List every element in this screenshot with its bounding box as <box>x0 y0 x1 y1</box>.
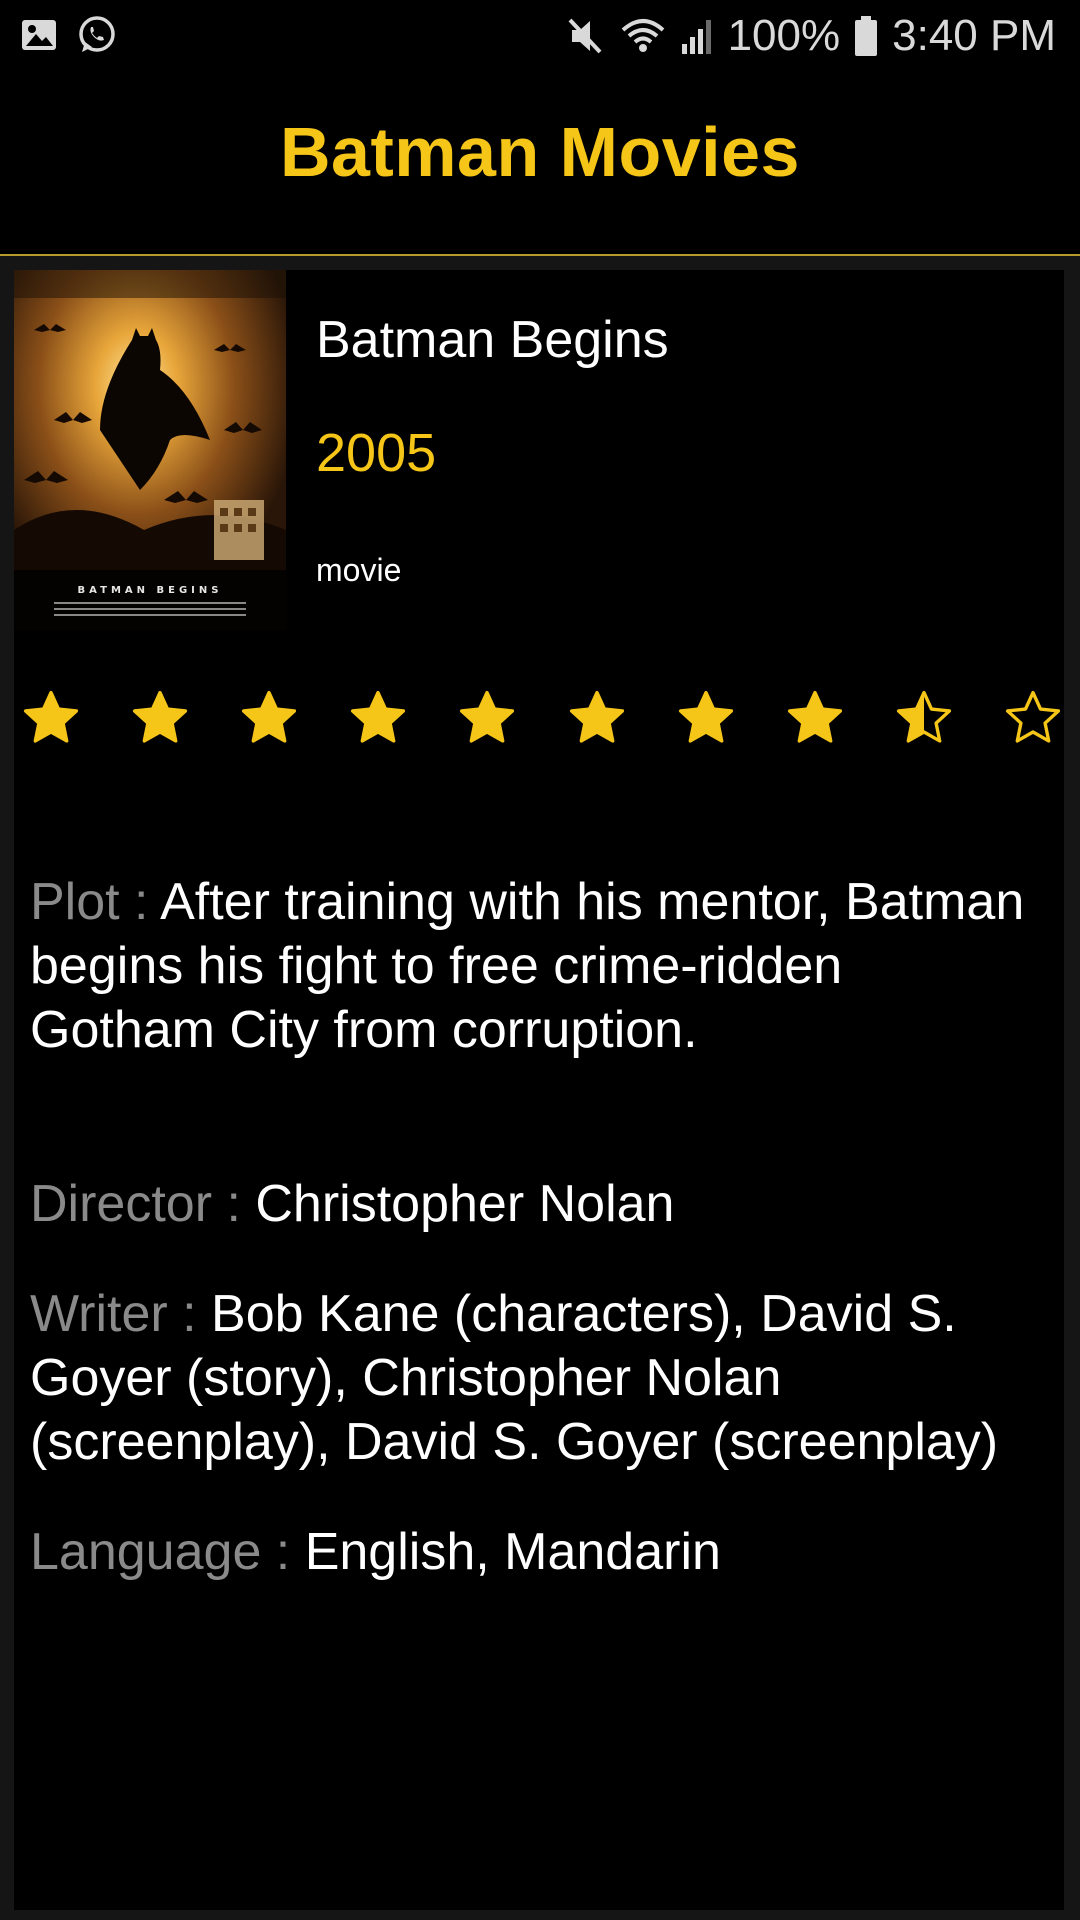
writer-label: Writer : <box>30 1285 212 1343</box>
battery-percent: 100% <box>727 11 841 60</box>
director-section: Director : Christopher Nolan <box>30 1172 1040 1236</box>
star-full-icon[interactable] <box>240 689 298 747</box>
gallery-icon <box>22 20 56 50</box>
star-full-icon[interactable] <box>677 689 735 747</box>
plot-text: After training with his mentor, Batman b… <box>30 873 1025 1059</box>
language-label: Language : <box>30 1523 305 1581</box>
language-section: Language : English, Mandarin <box>30 1520 1040 1584</box>
movie-year: 2005 <box>316 423 437 483</box>
director-value: Christopher Nolan <box>255 1175 675 1233</box>
whatsapp-icon <box>79 16 115 52</box>
star-half-icon[interactable] <box>895 689 953 747</box>
director-label: Director : <box>30 1175 256 1233</box>
star-full-icon[interactable] <box>131 689 189 747</box>
poster-title-text: BATMAN BEGINS <box>78 585 223 596</box>
writer-section: Writer : Bob Kane (characters), David S.… <box>30 1282 1040 1474</box>
movie-poster: BATMAN BEGINS <box>14 270 286 630</box>
movie-type: movie <box>316 552 402 588</box>
status-bar: 100% 3:40 PM <box>0 0 1080 72</box>
star-full-icon[interactable] <box>786 689 844 747</box>
movie-title: Batman Begins <box>316 311 669 369</box>
clock: 3:40 PM <box>892 11 1056 60</box>
language-value: English, Mandarin <box>304 1523 721 1581</box>
star-full-icon[interactable] <box>458 689 516 747</box>
status-left <box>20 14 118 56</box>
star-empty-icon[interactable] <box>1004 689 1062 747</box>
star-full-icon[interactable] <box>22 689 80 747</box>
signal-icon <box>681 20 711 54</box>
plot-label: Plot : <box>30 873 161 931</box>
movie-detail-card: BATMAN BEGINS Batman Begins 2005 movie P… <box>14 270 1064 1910</box>
app-title: Batman Movies <box>280 113 800 191</box>
battery-icon <box>855 16 878 56</box>
status-right: 100% 3:40 PM <box>566 8 1056 64</box>
rating-stars[interactable] <box>22 686 1062 750</box>
app-bar: Batman Movies <box>0 72 1080 256</box>
star-full-icon[interactable] <box>568 689 626 747</box>
plot-section: Plot : After training with his mentor, B… <box>30 870 1040 1062</box>
star-full-icon[interactable] <box>349 689 407 747</box>
wifi-icon <box>621 19 664 52</box>
mute-icon <box>568 18 602 54</box>
content-frame: BATMAN BEGINS Batman Begins 2005 movie P… <box>0 256 1080 1920</box>
